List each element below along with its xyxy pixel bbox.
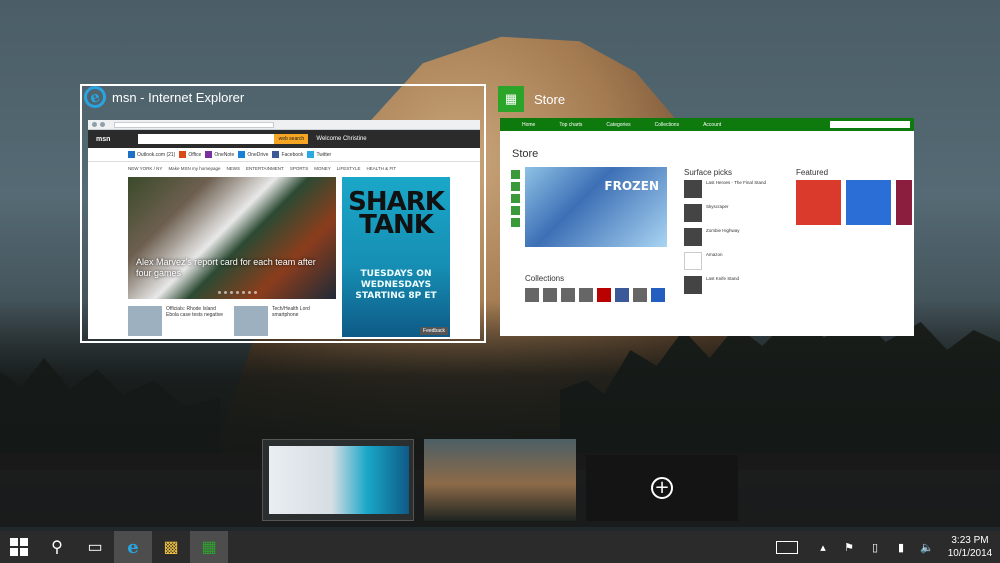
subnav-item: MONEY — [314, 165, 331, 171]
subnav-item: ENTERTAINMENT — [245, 165, 284, 171]
file-explorer-icon: ▩ — [163, 539, 179, 556]
msn-search-button: web search — [274, 134, 309, 144]
featured-app-tile — [896, 180, 912, 225]
app-listing: Zombie Highway — [684, 228, 774, 246]
feedback-button: Feedback — [420, 327, 448, 335]
ie-address-bar — [114, 121, 274, 128]
msn-app-link: OneDrive — [238, 151, 268, 158]
app-listing: Skyscraper — [684, 204, 774, 222]
taskbar-store[interactable]: ▦ — [190, 531, 228, 563]
collections-heading: Collections — [525, 274, 565, 283]
msn-app-link: Twitter — [307, 151, 331, 158]
subnav-item: Make MSN my homepage — [168, 165, 221, 171]
featured-app-tile — [846, 180, 891, 225]
carousel-dots — [218, 291, 257, 294]
collections-row — [525, 288, 665, 302]
store-nav-item: Home — [522, 121, 536, 128]
store-nav-item: Account — [703, 121, 722, 128]
start-icon — [10, 538, 28, 556]
app-listing: Amazon — [684, 252, 774, 270]
taskbar: ⚲ ▭ e ▩ ▦ ▴ ⚑ ▯ ▮ 🔈 3:23 PM 10/1/2014 — [0, 531, 1000, 563]
task-view-icon: ▭ — [87, 539, 103, 556]
store-window-thumbnail[interactable]: Home Top charts Categories Collections A… — [498, 84, 918, 342]
news-thumbnail — [234, 306, 268, 336]
desktop-1-preview — [269, 446, 409, 514]
msn-subnav: NEW YORK / NY Make MSN my homepage NEWS … — [88, 162, 480, 174]
flag-icon[interactable]: ⚑ — [836, 541, 862, 554]
subnav-item: SPORTS — [289, 165, 309, 171]
msn-hero-caption: Alex Marvez's report card for each team … — [136, 257, 316, 278]
news-thumbnail — [128, 306, 162, 336]
taskbar-file-explorer[interactable]: ▩ — [152, 531, 190, 563]
msn-header: msn web search Welcome Christine — [88, 130, 480, 148]
plus-icon: + — [651, 477, 673, 499]
app-listing: Last Heroes - The Final Stand — [684, 180, 774, 198]
surface-picks-list: Last Heroes - The Final Stand Skyscraper… — [684, 180, 774, 300]
add-desktop-button[interactable]: + — [586, 455, 738, 521]
store-nav-item: Categories — [606, 121, 631, 128]
msn-app-link: OneNote — [205, 151, 234, 158]
news-item: Tech/Health Lord smartphone — [272, 306, 310, 318]
store-side-tiles — [511, 170, 520, 227]
store-hero-frozen: FROZEN — [525, 167, 667, 247]
search-button[interactable]: ⚲ — [38, 531, 76, 563]
app-listing: Last Knife Stand — [684, 276, 774, 294]
msn-app-link: Facebook — [272, 151, 303, 158]
featured-app-tile — [796, 180, 841, 225]
chevron-up-icon[interactable]: ▴ — [810, 541, 836, 554]
ie-window-content: msn web search Welcome Christine Outlook… — [88, 120, 480, 339]
featured-row — [796, 180, 912, 225]
ad-subtitle: TUESDAYS ON WEDNESDAYS STARTING 8P ET — [355, 269, 437, 301]
store-window-content: Home Top charts Categories Collections A… — [500, 118, 914, 336]
desktop-1-thumbnail[interactable] — [262, 439, 414, 521]
store-search-box — [830, 121, 910, 128]
system-tray: ▴ ⚑ ▯ ▮ 🔈 3:23 PM 10/1/2014 — [772, 531, 1000, 563]
desktop-2-thumbnail[interactable] — [424, 439, 576, 521]
subnav-item: NEW YORK / NY — [128, 165, 163, 171]
surface-picks-heading: Surface picks — [684, 168, 733, 177]
msn-logo: msn — [96, 135, 111, 143]
search-icon: ⚲ — [51, 539, 63, 556]
store-icon: ▦ — [201, 539, 217, 556]
signal-icon[interactable]: ▮ — [888, 541, 914, 554]
shark-tank-ad: SHARK TANK TUESDAYS ON WEDNESDAYS STARTI… — [342, 177, 450, 337]
store-hero-title: FROZEN — [604, 179, 659, 193]
msn-welcome: Welcome Christine — [316, 136, 367, 142]
subnav-item: LIFESTYLE — [336, 165, 361, 171]
clock[interactable]: 3:23 PM 10/1/2014 — [940, 534, 1000, 560]
store-heading: Store — [512, 148, 539, 160]
ad-title: SHARK TANK — [348, 187, 445, 240]
clock-time: 3:23 PM — [951, 535, 989, 546]
taskbar-internet-explorer[interactable]: e — [114, 531, 152, 563]
forward-icon — [100, 122, 105, 127]
news-item: Officials: Rhode Island Ebola case tests… — [166, 306, 223, 318]
start-button[interactable] — [0, 531, 38, 563]
msn-hero-image: Alex Marvez's report card for each team … — [128, 177, 336, 299]
store-nav-bar: Home Top charts Categories Collections A… — [500, 118, 914, 131]
battery-icon[interactable]: ▯ — [862, 541, 888, 554]
subnav-item: HEALTH & FIT — [366, 165, 397, 171]
task-view-button[interactable]: ▭ — [76, 531, 114, 563]
touch-keyboard-icon[interactable] — [776, 540, 798, 554]
msn-search-box: web search — [138, 134, 309, 144]
store-nav-item: Top charts — [559, 121, 583, 128]
ie-toolbar — [88, 120, 480, 130]
featured-heading: Featured — [796, 168, 829, 177]
msn-app-links: Outlook.com (21) Office OneNote OneDrive… — [88, 148, 480, 162]
subnav-item: NEWS — [226, 165, 240, 171]
msn-app-link: Outlook.com (21) — [128, 151, 175, 158]
clock-date: 10/1/2014 — [947, 548, 993, 559]
internet-explorer-icon: e — [127, 536, 139, 558]
volume-icon[interactable]: 🔈 — [914, 541, 940, 554]
ie-window-thumbnail[interactable]: msn web search Welcome Christine Outlook… — [80, 84, 486, 343]
news-row: Officials: Rhode Island Ebola case tests… — [128, 306, 336, 336]
back-icon — [92, 122, 97, 127]
msn-app-link: Office — [179, 151, 201, 158]
store-nav-item: Collections — [654, 121, 680, 128]
